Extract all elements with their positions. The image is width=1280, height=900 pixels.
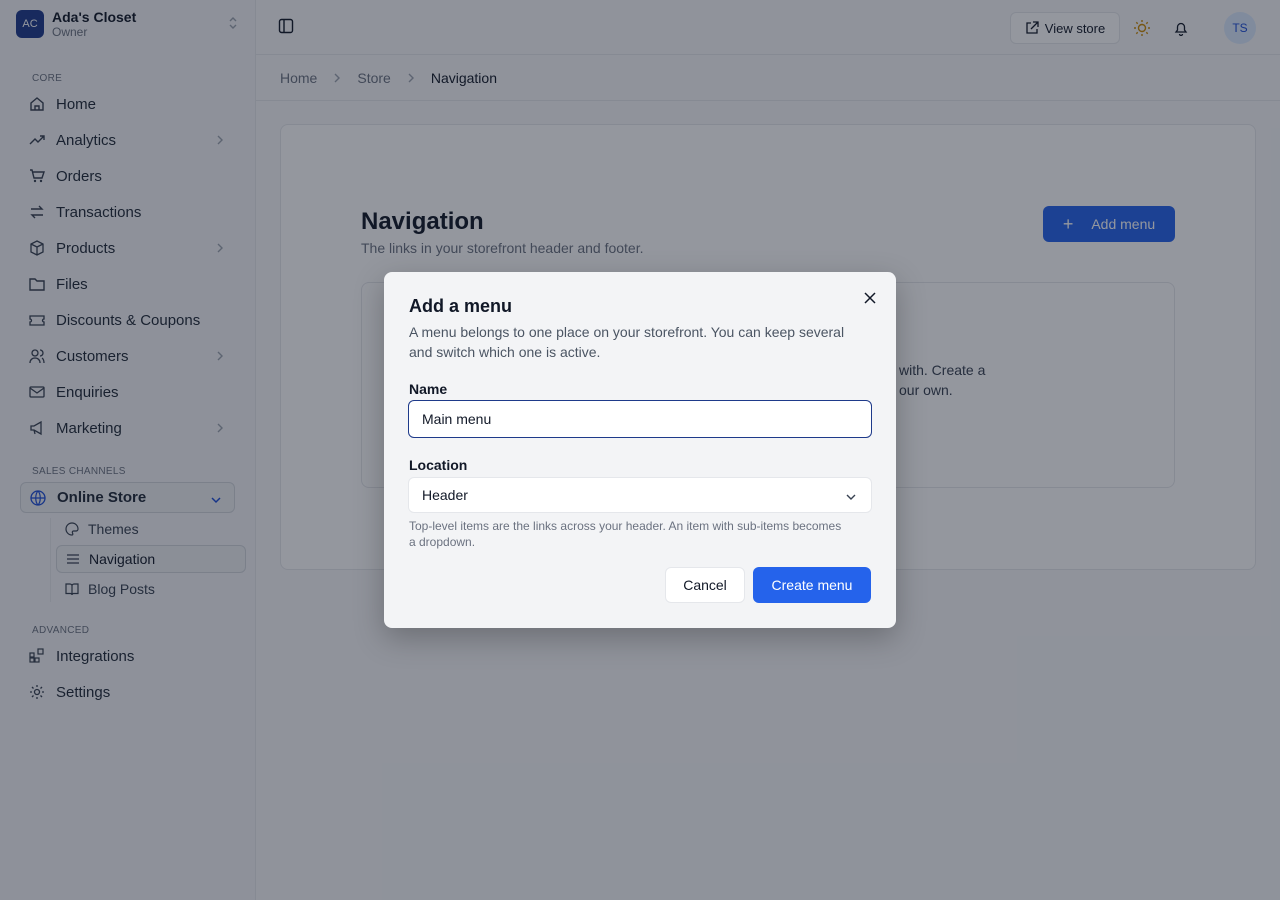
dialog-title: Add a menu: [409, 296, 513, 316]
location-select[interactable]: Header: [408, 477, 872, 513]
cancel-button[interactable]: Cancel: [665, 567, 745, 603]
location-help-text: Top-level items are the links across you…: [409, 519, 842, 549]
create-menu-button[interactable]: Create menu: [753, 567, 871, 603]
location-label: Location: [409, 457, 468, 473]
add-menu-dialog: Add a menu A menu belongs to one place o…: [384, 272, 896, 628]
location-select-value: Header: [422, 487, 468, 503]
name-label: Name: [409, 381, 448, 397]
dialog-description: A menu belongs to one place on your stor…: [409, 324, 845, 360]
name-input[interactable]: [408, 400, 872, 438]
close-icon[interactable]: [862, 290, 878, 306]
chevron-down-icon: [845, 489, 857, 505]
